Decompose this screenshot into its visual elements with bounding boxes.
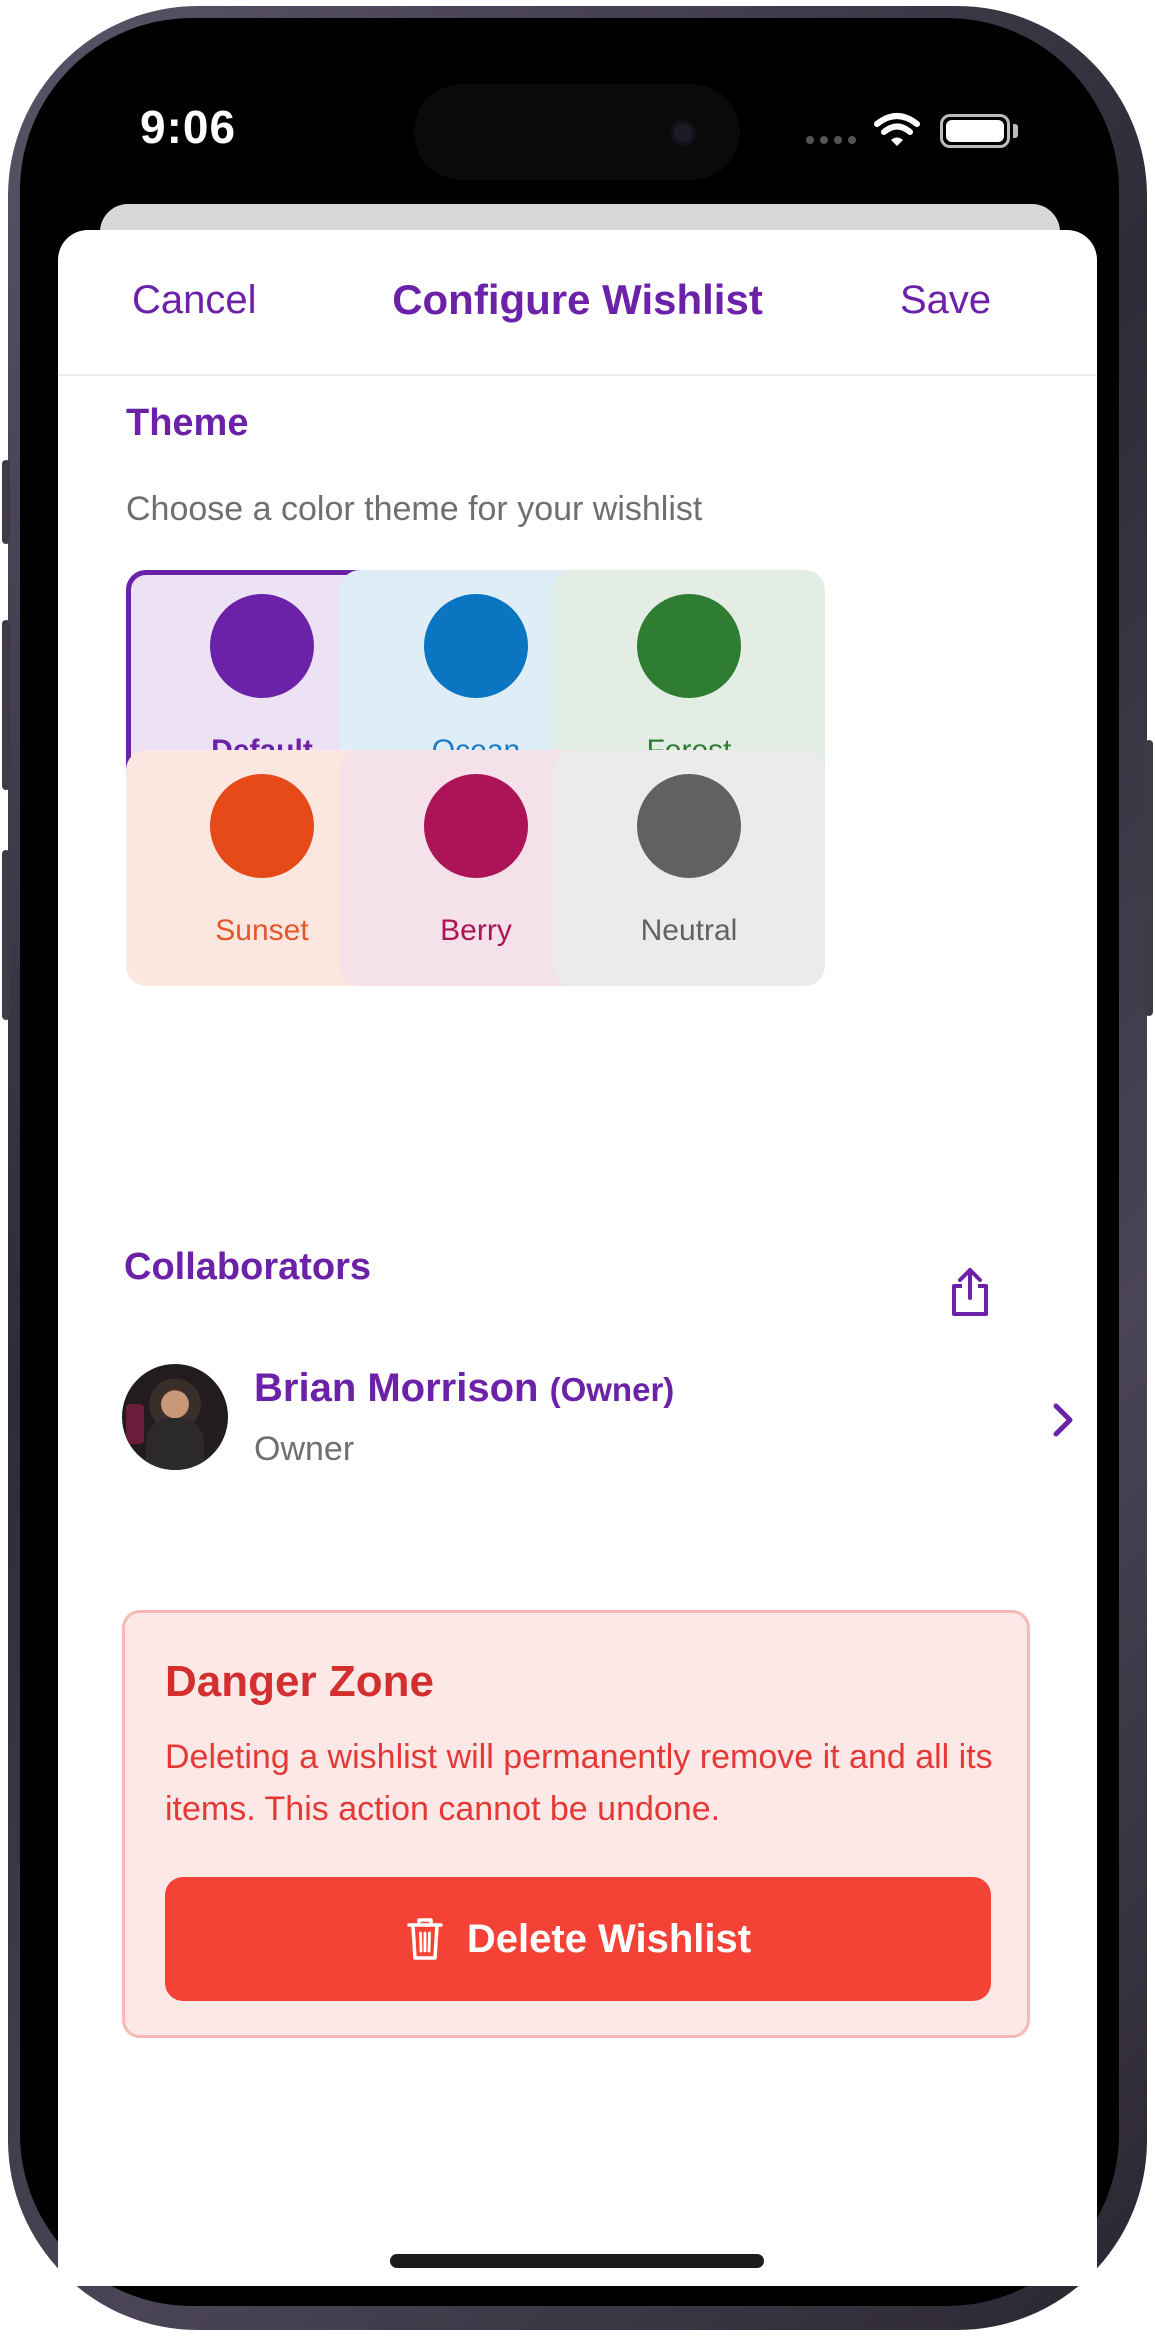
- delete-wishlist-button[interactable]: Delete Wishlist: [165, 1877, 991, 2001]
- delete-wishlist-label: Delete Wishlist: [466, 1916, 752, 1961]
- theme-color-swatch: [424, 774, 528, 878]
- theme-color-swatch: [637, 774, 741, 878]
- collaborator-name-text: Brian Morrison: [254, 1366, 539, 1410]
- theme-section-title: Theme: [126, 402, 249, 444]
- power-button: [1145, 740, 1153, 1016]
- navigation-bar: Cancel Configure Wishlist Save: [58, 230, 1097, 376]
- action-button: [2, 460, 10, 544]
- danger-zone-title: Danger Zone: [165, 1657, 434, 1706]
- volume-down-button: [2, 850, 10, 1020]
- theme-option-neutral[interactable]: Neutral: [553, 750, 825, 986]
- theme-color-swatch: [637, 594, 741, 698]
- camera-icon: [670, 120, 696, 146]
- avatar: [122, 1364, 228, 1470]
- owner-tag: (Owner): [549, 1371, 675, 1408]
- save-button[interactable]: Save: [900, 278, 991, 323]
- chevron-right-icon: [1053, 1403, 1073, 1437]
- danger-zone-card: Danger Zone Deleting a wishlist will per…: [122, 1610, 1030, 2038]
- theme-option-label: Neutral: [640, 914, 738, 947]
- danger-zone-description: Deleting a wishlist will permanently rem…: [165, 1738, 993, 1828]
- battery-icon: [940, 114, 1010, 148]
- collaborator-role: Owner: [254, 1430, 355, 1468]
- cellular-signal-icon: [806, 136, 856, 144]
- theme-color-swatch: [424, 594, 528, 698]
- trash-icon: [407, 1918, 443, 1960]
- volume-up-button: [2, 620, 10, 790]
- theme-color-swatch: [210, 594, 314, 698]
- collaborator-name: Brian Morrison (Owner): [254, 1366, 674, 1411]
- theme-subtitle: Choose a color theme for your wishlist: [126, 490, 703, 528]
- home-indicator[interactable]: [390, 2254, 764, 2268]
- wifi-icon: [874, 113, 920, 146]
- battery-nub: [1013, 124, 1018, 138]
- status-time: 9:06: [140, 101, 237, 153]
- configure-wishlist-sheet: Cancel Configure Wishlist Save Theme Cho…: [58, 230, 1097, 2286]
- theme-color-swatch: [210, 774, 314, 878]
- collaborator-row[interactable]: Brian Morrison (Owner) Owner: [122, 1364, 1073, 1484]
- collaborators-section-title: Collaborators: [124, 1246, 372, 1288]
- share-icon[interactable]: [948, 1266, 992, 1320]
